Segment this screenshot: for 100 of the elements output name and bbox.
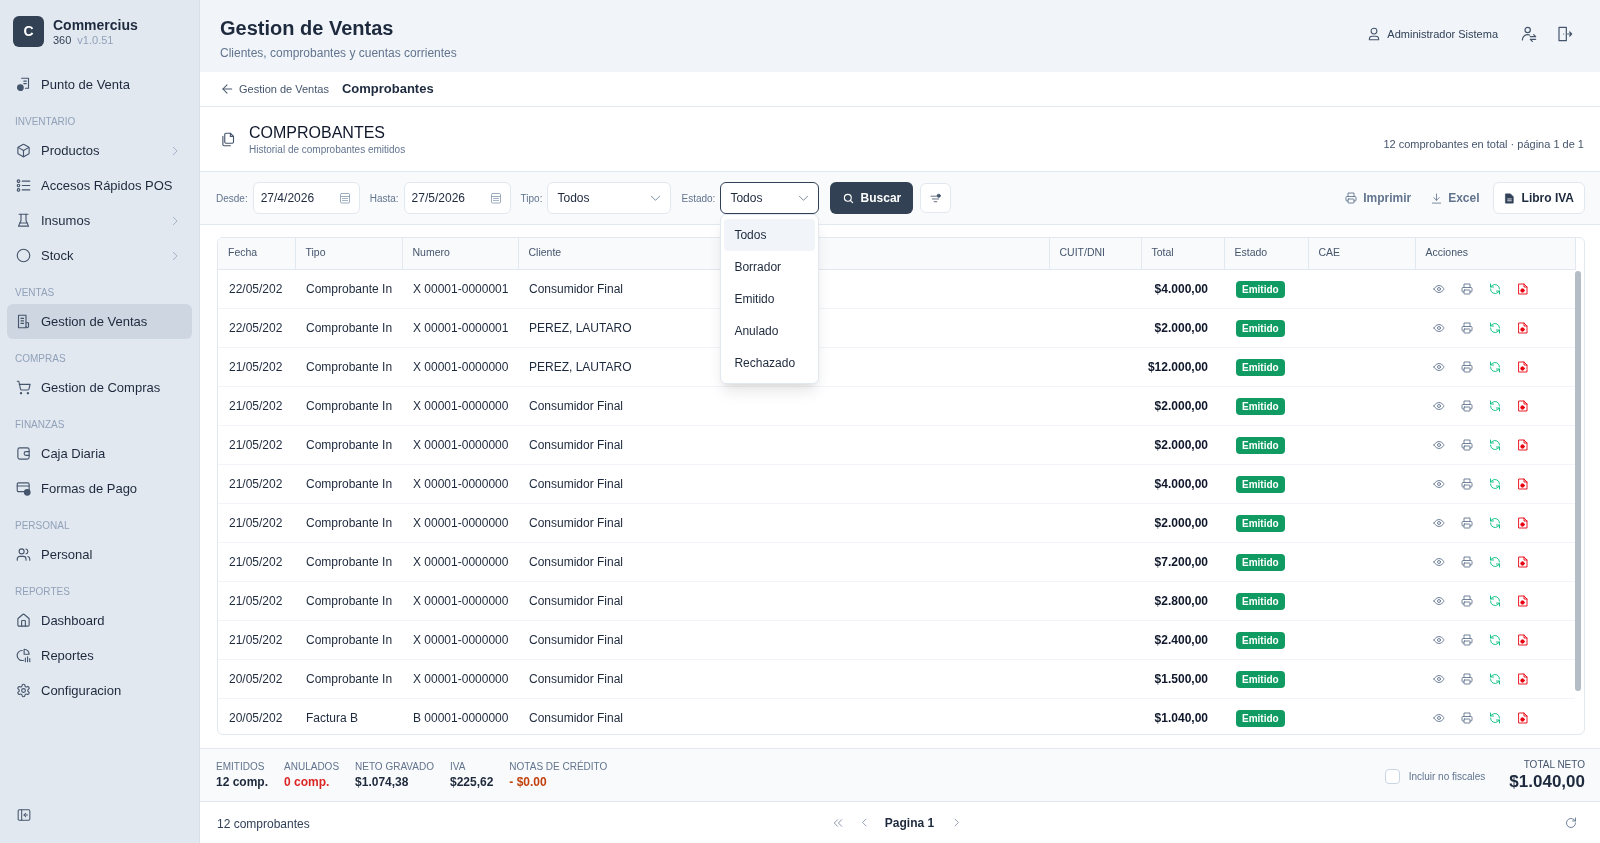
file-icon[interactable] bbox=[1517, 282, 1529, 295]
chevrons-left-icon[interactable] bbox=[832, 817, 843, 828]
eye-icon[interactable] bbox=[1433, 282, 1445, 295]
nav-item[interactable]: Stock bbox=[7, 238, 192, 273]
nav-item[interactable]: Punto de Venta bbox=[7, 67, 192, 102]
table-cell: X 00001-0000000 bbox=[402, 659, 518, 698]
table-cell: Consumidor Final bbox=[518, 698, 1049, 734]
stat-label: NETO GRAVADO bbox=[355, 759, 434, 774]
printer-icon[interactable] bbox=[1461, 672, 1473, 685]
file-icon[interactable] bbox=[1517, 672, 1529, 685]
eye-icon[interactable] bbox=[1433, 399, 1445, 412]
refresh-icon[interactable] bbox=[1489, 399, 1501, 412]
file-icon[interactable] bbox=[1517, 477, 1529, 490]
logout-icon[interactable] bbox=[1557, 26, 1573, 42]
stat-label: NOTAS DE CRÉDITO bbox=[509, 759, 608, 774]
file-icon[interactable] bbox=[1517, 516, 1529, 529]
column-header: Total bbox=[1141, 238, 1224, 269]
eye-icon[interactable] bbox=[1433, 633, 1445, 646]
eye-icon[interactable] bbox=[1433, 711, 1445, 724]
nav-item[interactable]: Accesos Rápidos POS bbox=[7, 168, 192, 203]
eye-icon[interactable] bbox=[1433, 360, 1445, 373]
record-count: 12 comprobantes bbox=[217, 816, 310, 831]
select-field[interactable]: Todos bbox=[547, 182, 672, 214]
refresh-icon[interactable] bbox=[1489, 321, 1501, 334]
section-label: VENTAS bbox=[14, 286, 56, 300]
column-header: CAE bbox=[1308, 238, 1415, 269]
file-icon[interactable] bbox=[1517, 360, 1529, 373]
chevron-right-icon[interactable] bbox=[952, 818, 962, 827]
refresh-icon[interactable] bbox=[1489, 477, 1501, 490]
nav-item[interactable]: Gestion de Compras bbox=[7, 370, 192, 405]
nav-item[interactable]: Formas de Pago bbox=[7, 471, 192, 506]
table-cell: Consumidor Final bbox=[518, 659, 1049, 698]
filter-button[interactable] bbox=[920, 183, 952, 213]
file-icon[interactable] bbox=[1517, 594, 1529, 607]
card-clock-icon bbox=[16, 481, 31, 496]
printer-icon[interactable] bbox=[1461, 282, 1473, 295]
nav-item[interactable]: Configuracion bbox=[7, 673, 192, 708]
nav-item[interactable]: Reportes bbox=[7, 638, 192, 673]
table-cell: Consumidor Final bbox=[518, 581, 1049, 620]
printer-icon[interactable] bbox=[1461, 516, 1473, 529]
file-icon[interactable] bbox=[1517, 555, 1529, 568]
eye-icon[interactable] bbox=[1433, 672, 1445, 685]
printer-icon[interactable] bbox=[1461, 477, 1473, 490]
nav-item[interactable]: Dashboard bbox=[7, 603, 192, 638]
eye-icon[interactable] bbox=[1433, 594, 1445, 607]
file-icon[interactable] bbox=[1517, 711, 1529, 724]
file-icon[interactable] bbox=[1517, 438, 1529, 451]
users-icon bbox=[16, 547, 31, 562]
table-cell: X 00001-0000000 bbox=[402, 542, 518, 581]
scrollbar[interactable] bbox=[1575, 271, 1581, 691]
date-field[interactable]: 27/5/2026 bbox=[403, 182, 511, 214]
nav-item[interactable]: Personal bbox=[7, 537, 192, 572]
eye-icon[interactable] bbox=[1433, 516, 1445, 529]
user-switch-icon[interactable] bbox=[1521, 26, 1537, 42]
status-badge: Emitido bbox=[1236, 436, 1285, 454]
printer-icon[interactable] bbox=[1461, 594, 1473, 607]
refresh-icon[interactable] bbox=[1489, 555, 1501, 568]
refresh-icon[interactable] bbox=[1489, 360, 1501, 373]
back-link[interactable]: Gestion de Ventas bbox=[220, 80, 329, 98]
nav-item[interactable]: Productos bbox=[7, 133, 192, 168]
printer-icon[interactable] bbox=[1461, 399, 1473, 412]
sidebar-collapse-icon[interactable] bbox=[17, 808, 31, 822]
refresh-icon[interactable] bbox=[1489, 633, 1501, 646]
printer-icon[interactable] bbox=[1461, 711, 1473, 724]
chevron-left-icon[interactable] bbox=[859, 818, 869, 827]
eye-icon[interactable] bbox=[1433, 477, 1445, 490]
report-button[interactable]: Libro IVA bbox=[1492, 182, 1585, 214]
file-icon[interactable] bbox=[1517, 399, 1529, 412]
section-title: COMPROBANTES bbox=[249, 122, 386, 143]
table-cell: Consumidor Final bbox=[518, 503, 1049, 542]
file-icon[interactable] bbox=[1517, 633, 1529, 646]
nav-item[interactable]: Insumos bbox=[7, 203, 192, 238]
search-button[interactable]: Buscar bbox=[830, 182, 914, 214]
checkbox[interactable] bbox=[1384, 768, 1400, 784]
file-icon[interactable] bbox=[1517, 321, 1529, 334]
refresh-icon[interactable] bbox=[1489, 594, 1501, 607]
print-button[interactable]: Imprimir bbox=[1338, 182, 1419, 214]
chevron-right-icon bbox=[170, 215, 180, 226]
refresh-icon[interactable] bbox=[1489, 438, 1501, 451]
printer-icon[interactable] bbox=[1461, 321, 1473, 334]
status-badge: Emitido bbox=[1236, 592, 1285, 610]
refresh-icon[interactable] bbox=[1489, 672, 1501, 685]
eye-icon[interactable] bbox=[1433, 321, 1445, 334]
refresh-icon[interactable] bbox=[1565, 816, 1577, 829]
refresh-icon[interactable] bbox=[1489, 516, 1501, 529]
nav-item[interactable]: Caja Diaria bbox=[7, 436, 192, 471]
printer-icon[interactable] bbox=[1461, 633, 1473, 646]
printer-icon[interactable] bbox=[1461, 438, 1473, 451]
refresh-icon[interactable] bbox=[1489, 282, 1501, 295]
nav-item[interactable]: Gestion de Ventas bbox=[7, 304, 192, 339]
date-field[interactable]: 27/4/2026 bbox=[252, 182, 360, 214]
printer-icon[interactable] bbox=[1461, 360, 1473, 373]
field-label: Tipo: bbox=[520, 191, 543, 206]
eye-icon[interactable] bbox=[1433, 555, 1445, 568]
eye-icon[interactable] bbox=[1433, 438, 1445, 451]
refresh-icon[interactable] bbox=[1489, 711, 1501, 724]
printer-icon[interactable] bbox=[1461, 555, 1473, 568]
export-button[interactable]: Excel bbox=[1424, 182, 1487, 214]
dropdown-option[interactable]: Todos bbox=[724, 219, 816, 251]
select-field[interactable]: Todos bbox=[720, 182, 820, 214]
